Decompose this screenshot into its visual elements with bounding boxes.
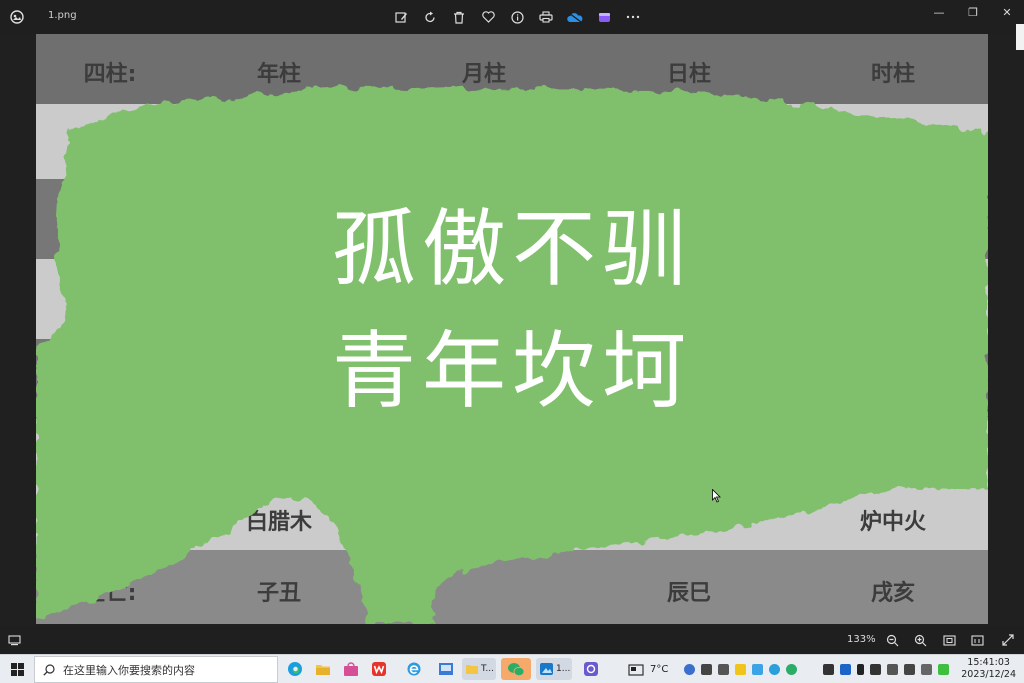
purple-app-icon[interactable] [579,658,603,680]
input-method-icon[interactable] [921,664,933,675]
photos-app-icon[interactable] [0,0,34,34]
wechat-icon[interactable] [501,658,531,680]
audio-meter-icon[interactable] [718,664,730,675]
filmstrip-toggle-icon[interactable] [6,632,22,648]
more-icon[interactable] [622,6,644,28]
news-widget-icon[interactable] [628,663,644,676]
clock-time: 15:41:03 [967,657,1010,668]
volume-icon[interactable] [904,664,916,675]
favorite-icon[interactable] [477,6,499,28]
viewer-bottom-bar: 133% [0,626,1024,654]
side-scroll-indicator[interactable] [1016,24,1024,50]
photos-app-window: 1.png — ❐ ✕ 四柱: 年柱 月柱 日柱 时柱 白腊木 炉中火 子丑 辰… [0,0,1024,683]
window-controls: — ❐ ✕ [922,0,1024,24]
telegram-icon[interactable] [769,664,781,675]
wps-office-icon[interactable] [367,658,391,680]
folder-window-t[interactable]: T... [462,658,496,680]
photos-window-1[interactable]: 1... [536,658,572,680]
search-placeholder: 在这里输入你要搜索的内容 [63,663,195,677]
title-bar: 1.png — ❐ ✕ [0,0,1024,34]
battery-icon[interactable] [870,664,882,675]
photos-window-label: 1... [556,664,571,674]
search-icon [43,663,55,676]
info-icon[interactable] [506,6,528,28]
fit-to-window-icon[interactable] [941,632,957,648]
zoom-in-icon[interactable] [912,632,928,648]
clock-date: 2023/12/24 [961,669,1016,680]
notes-icon[interactable] [735,664,747,675]
zoom-out-icon[interactable] [884,632,900,648]
windows-start-icon[interactable] [0,655,34,683]
sync-icon[interactable] [701,664,713,675]
blue-app-icon[interactable] [434,658,458,680]
taskbar-clock[interactable]: 15:41:03 2023/12/24 [961,657,1016,681]
store-icon[interactable] [339,658,363,680]
clipchamp-icon[interactable] [593,6,615,28]
folder-window-label: T... [481,664,495,674]
close-button[interactable]: ✕ [990,0,1024,24]
file-name: 1.png [48,10,77,21]
delete-icon[interactable] [448,6,470,28]
file-explorer-icon[interactable] [311,658,335,680]
defender-icon[interactable] [684,664,696,675]
mouse-cursor-icon [712,488,721,507]
image-toolbar [390,6,644,28]
tray-green-app-icon[interactable] [938,664,950,675]
onedrive-icon[interactable] [564,6,586,28]
network-icon[interactable] [887,664,899,675]
actual-size-icon[interactable] [969,632,985,648]
rotate-icon[interactable] [419,6,441,28]
system-tray: 7°C [628,655,950,683]
chrome-icon[interactable] [786,664,798,675]
bluetooth-icon[interactable] [840,664,852,675]
cloud-icon[interactable] [752,664,764,675]
overlay-title-line1: 孤傲不驯 [331,200,693,298]
phone-icon[interactable] [857,664,865,675]
zoom-level[interactable]: 133% [847,634,876,645]
overlay-title-line2: 青年坎坷 [331,322,693,420]
edit-icon[interactable] [390,6,412,28]
image-viewer[interactable]: 四柱: 年柱 月柱 日柱 时柱 白腊木 炉中火 空亡: 子丑 辰巳 戌亥 [0,24,1024,626]
restore-button[interactable]: ❐ [956,0,990,24]
edge-browser-icon[interactable] [283,658,307,680]
print-icon[interactable] [535,6,557,28]
displayed-image: 四柱: 年柱 月柱 日柱 时柱 白腊木 炉中火 空亡: 子丑 辰巳 戌亥 [36,34,988,624]
internet-explorer-icon[interactable] [402,658,426,680]
minimize-button[interactable]: — [922,0,956,24]
speaker-icon[interactable] [823,664,835,675]
taskbar-search-box[interactable]: 在这里输入你要搜索的内容 [34,656,278,683]
full-screen-icon[interactable] [1000,632,1016,648]
windows-taskbar: 在这里输入你要搜索的内容 T... 1... 7°C 15:41:03 2023… [0,654,1024,683]
weather-temperature[interactable]: 7°C [650,664,668,675]
